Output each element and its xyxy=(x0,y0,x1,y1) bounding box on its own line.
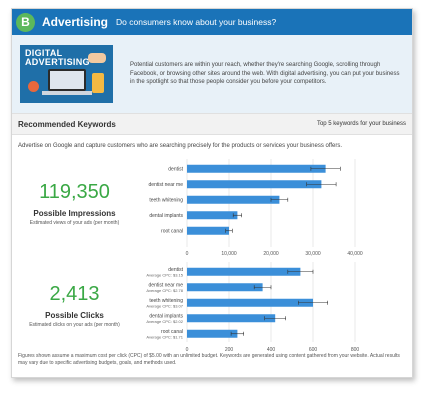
impressions-sublabel: Estimated views of your ads (per month) xyxy=(29,220,120,226)
top-keywords-label: Top 5 keywords for your business xyxy=(316,121,406,127)
impressions-category-label: dentist near me xyxy=(149,182,184,188)
impressions-x-tick-label: 10,000 xyxy=(221,251,237,257)
impressions-value: 119,350 xyxy=(39,181,110,203)
impressions-category-label: root canal xyxy=(161,229,183,235)
header-subtitle: Do consumers know about your business? xyxy=(116,17,277,27)
clicks-bar xyxy=(187,298,313,307)
impressions-bar xyxy=(187,180,322,189)
laptop-icon xyxy=(48,69,86,91)
impressions-x-tick-label: 40,000 xyxy=(347,251,363,257)
impressions-chart: 0 10,000 20,000 30,000 40,000 dentist dentist … xyxy=(149,159,363,257)
impressions-x-tick-label: 0 xyxy=(186,251,189,257)
impressions-bar xyxy=(187,226,229,235)
intro-text: Potential customers are within your reac… xyxy=(130,62,400,86)
impressions-x-tick-label: 30,000 xyxy=(305,251,321,257)
impressions-category-label: dental implants xyxy=(149,213,183,219)
clicks-bar xyxy=(187,329,238,338)
keywords-description: Advertise on Google and capture customer… xyxy=(18,143,343,149)
impressions-category-label: dentist xyxy=(168,167,183,173)
section-title: Recommended Keywords xyxy=(18,119,116,129)
clicks-bar xyxy=(187,267,301,276)
impressions-bar xyxy=(187,195,280,204)
impressions-label: Possible Impressions xyxy=(33,209,116,218)
clicks-cpc-label: Average CPC: $3.15 xyxy=(146,272,183,277)
clicks-sublabel: Estimated clicks on your ads (per month) xyxy=(29,322,120,328)
impressions-bar xyxy=(187,211,238,220)
phone-icon xyxy=(92,73,104,93)
clicks-bar xyxy=(187,314,276,323)
keywords-section-header: Recommended Keywords Top 5 keywords for … xyxy=(12,113,412,135)
impressions-bar xyxy=(187,164,326,173)
impressions-category-label: teeth whitening xyxy=(149,198,183,204)
clicks-value: 2,413 xyxy=(49,283,100,305)
section-badge: B xyxy=(16,12,35,32)
clicks-bar xyxy=(187,283,263,292)
header-title: Advertising xyxy=(42,15,109,29)
advertising-card: B Advertising Do consumers know about yo… xyxy=(11,8,413,378)
hero-title-line-2: ADVERTISING xyxy=(25,57,90,67)
clicks-label: Possible Clicks xyxy=(45,311,104,320)
laptop-base xyxy=(42,91,92,95)
intro-panel: DIGITAL ADVERTISING Potential customers … xyxy=(12,35,412,113)
digital-advertising-illustration: DIGITAL ADVERTISING xyxy=(20,45,113,103)
impressions-block: 119,350 Possible Impressions Estimated v… xyxy=(12,155,412,259)
hand-icon xyxy=(88,53,106,63)
card-header: B Advertising Do consumers know about yo… xyxy=(12,9,412,35)
impressions-x-tick-label: 20,000 xyxy=(263,251,279,257)
clicks-cpc-label: Average CPC: $3.07 xyxy=(146,303,183,308)
coffee-cup-icon xyxy=(28,81,39,92)
clicks-cpc-label: Average CPC: $2.78 xyxy=(146,288,183,293)
clicks-cpc-label: Average CPC: $2.02 xyxy=(146,319,183,324)
hero-title: DIGITAL ADVERTISING xyxy=(25,49,90,67)
footnote: Figures shown assume a maximum cost per … xyxy=(18,353,400,366)
clicks-cpc-label: Average CPC: $1.71 xyxy=(146,334,183,339)
